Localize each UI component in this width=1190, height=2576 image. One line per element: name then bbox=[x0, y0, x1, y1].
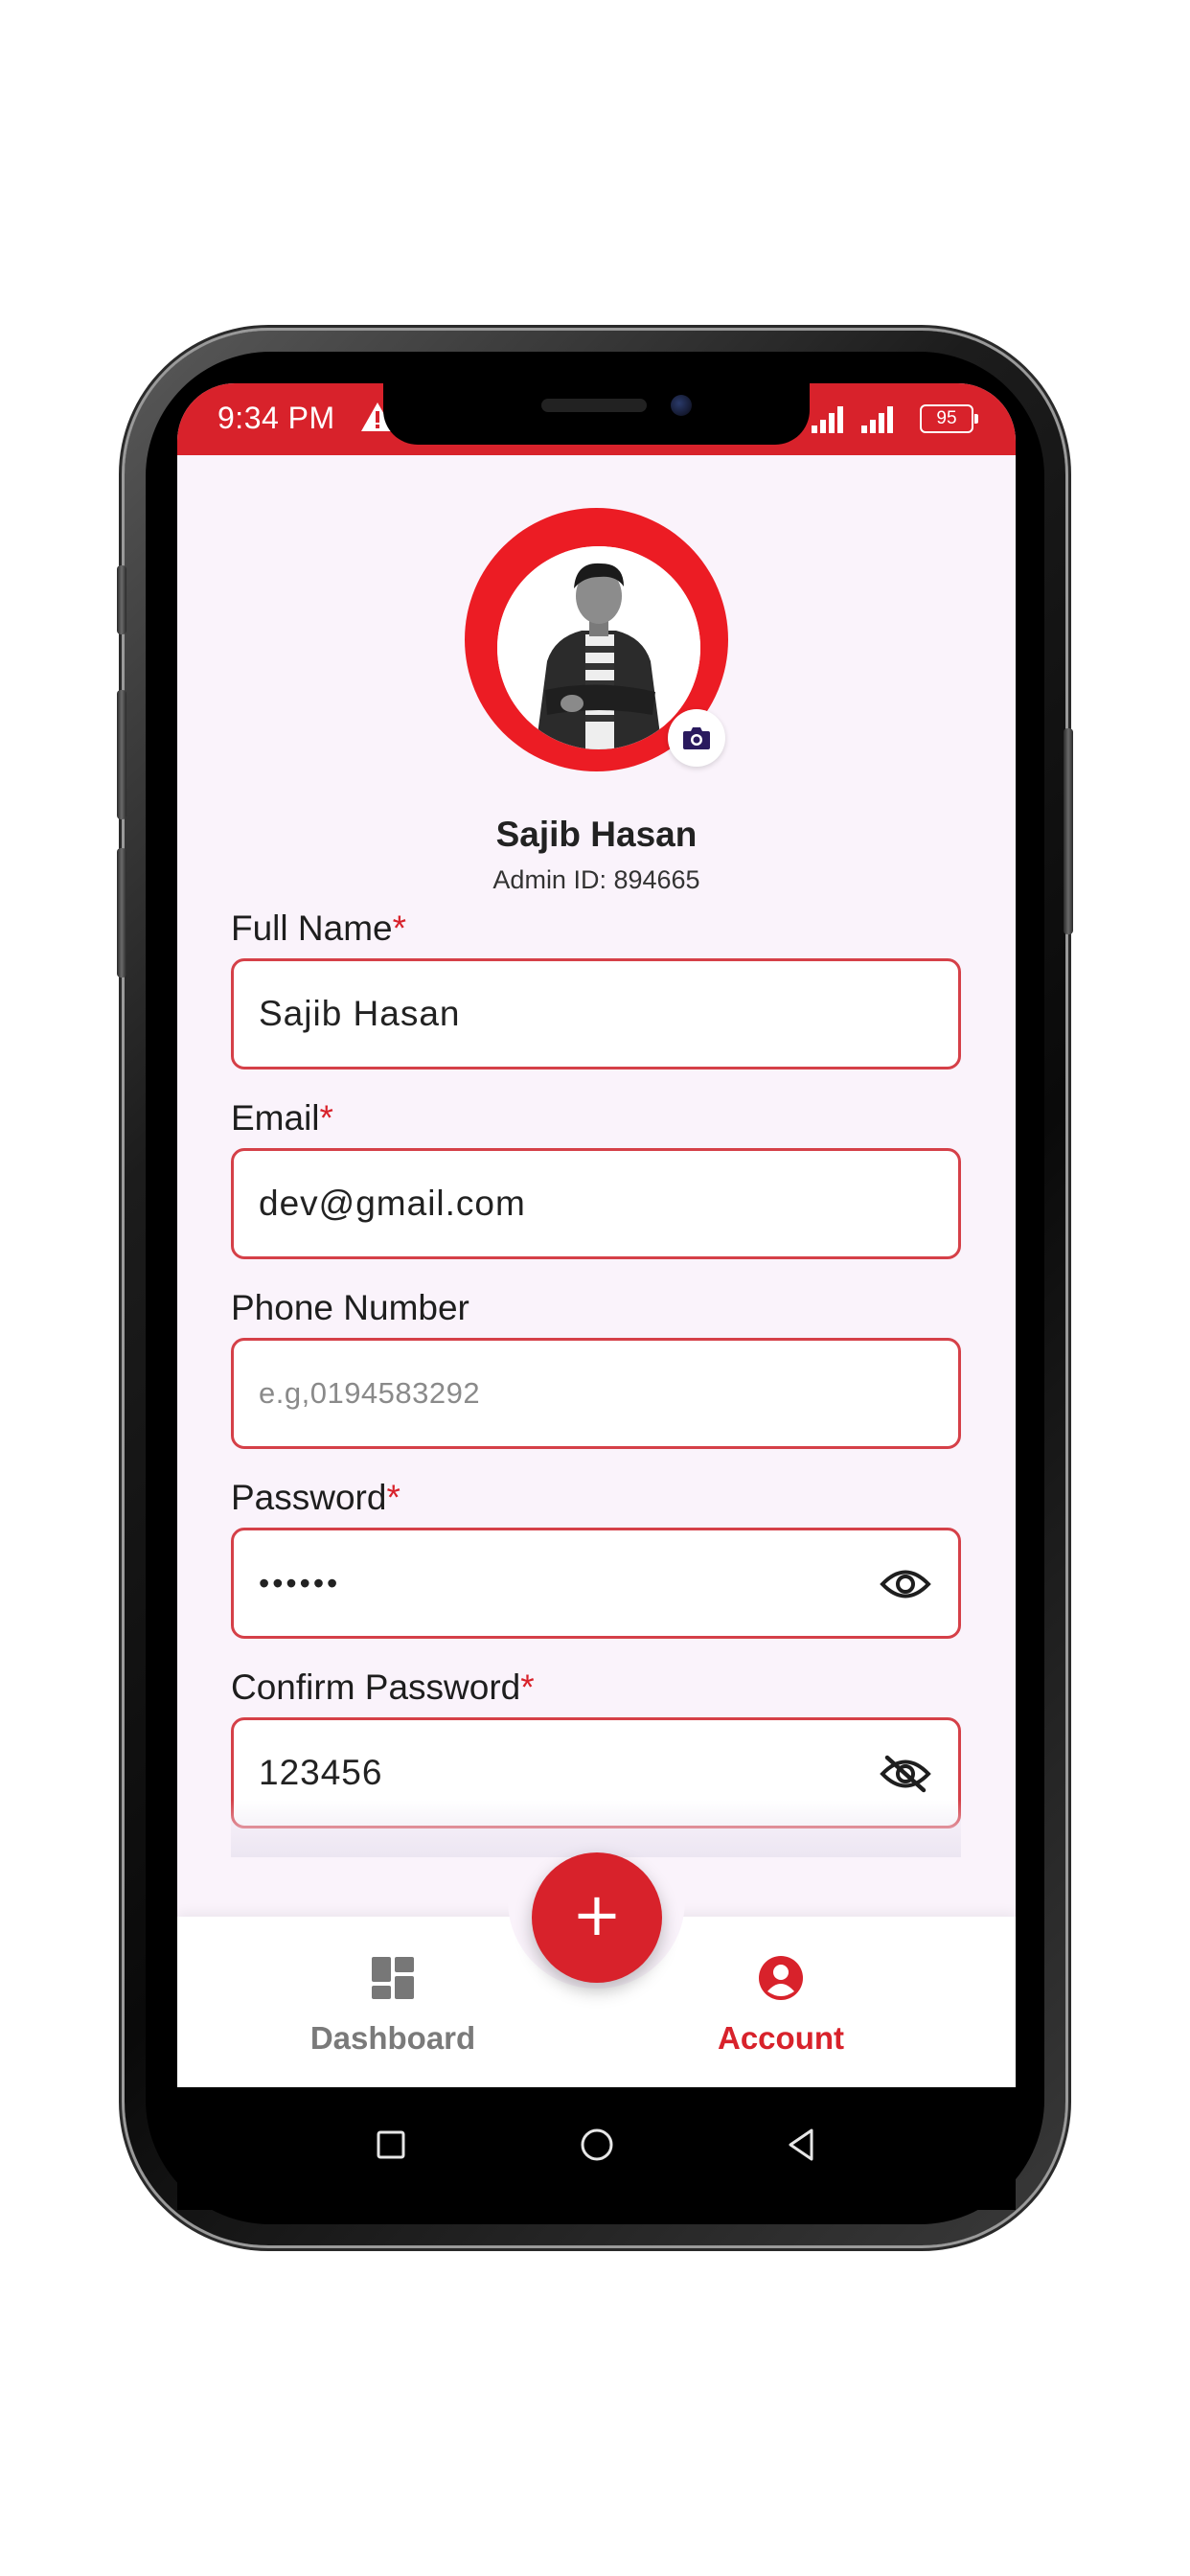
phone-placeholder: e.g,0194583292 bbox=[259, 1376, 481, 1410]
side-button bbox=[117, 848, 126, 978]
eye-off-icon[interactable] bbox=[880, 1754, 931, 1794]
account-icon bbox=[759, 1956, 803, 2000]
signal-icon bbox=[861, 406, 893, 433]
required-marker: * bbox=[392, 908, 407, 948]
signal-icon bbox=[812, 406, 843, 433]
password-field[interactable]: •••••• bbox=[231, 1528, 961, 1639]
camera-icon bbox=[683, 727, 710, 749]
status-bar: 9:34 PM 95 bbox=[177, 383, 1016, 455]
full-name-label: Full Name* bbox=[231, 908, 406, 949]
avatar bbox=[497, 546, 700, 749]
front-camera bbox=[671, 395, 692, 416]
required-marker: * bbox=[386, 1478, 400, 1517]
avatar-photo bbox=[497, 546, 700, 749]
battery-indicator: 95 bbox=[920, 404, 978, 433]
system-navigation-bar bbox=[177, 2087, 1016, 2210]
back-icon[interactable] bbox=[783, 2126, 821, 2164]
app-screen: 9:34 PM 95 Sajib Hasan Admin ID: 894665 … bbox=[177, 383, 1016, 2087]
email-label: Email* bbox=[231, 1098, 333, 1138]
confirm-password-label: Confirm Password* bbox=[231, 1668, 535, 1708]
dashboard-icon bbox=[372, 1957, 414, 1999]
required-marker: * bbox=[319, 1098, 333, 1138]
email-value: dev@gmail.com bbox=[259, 1184, 526, 1223]
volume-up-button bbox=[117, 565, 126, 634]
phone-field[interactable]: e.g,0194583292 bbox=[231, 1338, 961, 1449]
scroll-fade bbox=[231, 1800, 961, 1857]
admin-id: Admin ID: 894665 bbox=[492, 865, 700, 894]
full-name-value: Sajib Hasan bbox=[259, 994, 461, 1033]
profile-avatar[interactable] bbox=[465, 508, 728, 771]
email-field[interactable]: dev@gmail.com bbox=[231, 1148, 961, 1259]
change-photo-button[interactable] bbox=[668, 709, 725, 767]
nav-item-account[interactable]: Account bbox=[656, 1917, 905, 2087]
status-time: 9:34 PM bbox=[217, 401, 335, 435]
nav-label-dashboard: Dashboard bbox=[309, 2020, 476, 2056]
email-label-text: Email bbox=[231, 1098, 320, 1138]
camera-notch bbox=[383, 383, 810, 445]
add-button[interactable]: + bbox=[532, 1852, 662, 1983]
profile-name: Sajib Hasan bbox=[495, 815, 698, 854]
phone-label: Phone Number bbox=[231, 1288, 469, 1328]
eye-icon[interactable] bbox=[880, 1564, 931, 1604]
earpiece bbox=[541, 399, 647, 412]
password-value: •••••• bbox=[259, 1566, 341, 1600]
password-label: Password* bbox=[231, 1478, 400, 1518]
volume-down-button bbox=[117, 690, 126, 819]
full-name-field[interactable]: Sajib Hasan bbox=[231, 958, 961, 1070]
required-marker: * bbox=[520, 1668, 535, 1707]
home-icon[interactable] bbox=[578, 2126, 616, 2164]
nav-label-account: Account bbox=[718, 2020, 844, 2056]
full-name-label-text: Full Name bbox=[231, 908, 393, 948]
password-label-text: Password bbox=[231, 1478, 387, 1517]
phone-label-text: Phone Number bbox=[231, 1288, 469, 1327]
power-button bbox=[1064, 728, 1073, 934]
confirm-password-label-text: Confirm Password bbox=[231, 1668, 521, 1707]
nav-item-dashboard[interactable]: Dashboard bbox=[268, 1917, 517, 2087]
recent-apps-icon[interactable] bbox=[372, 2126, 410, 2164]
